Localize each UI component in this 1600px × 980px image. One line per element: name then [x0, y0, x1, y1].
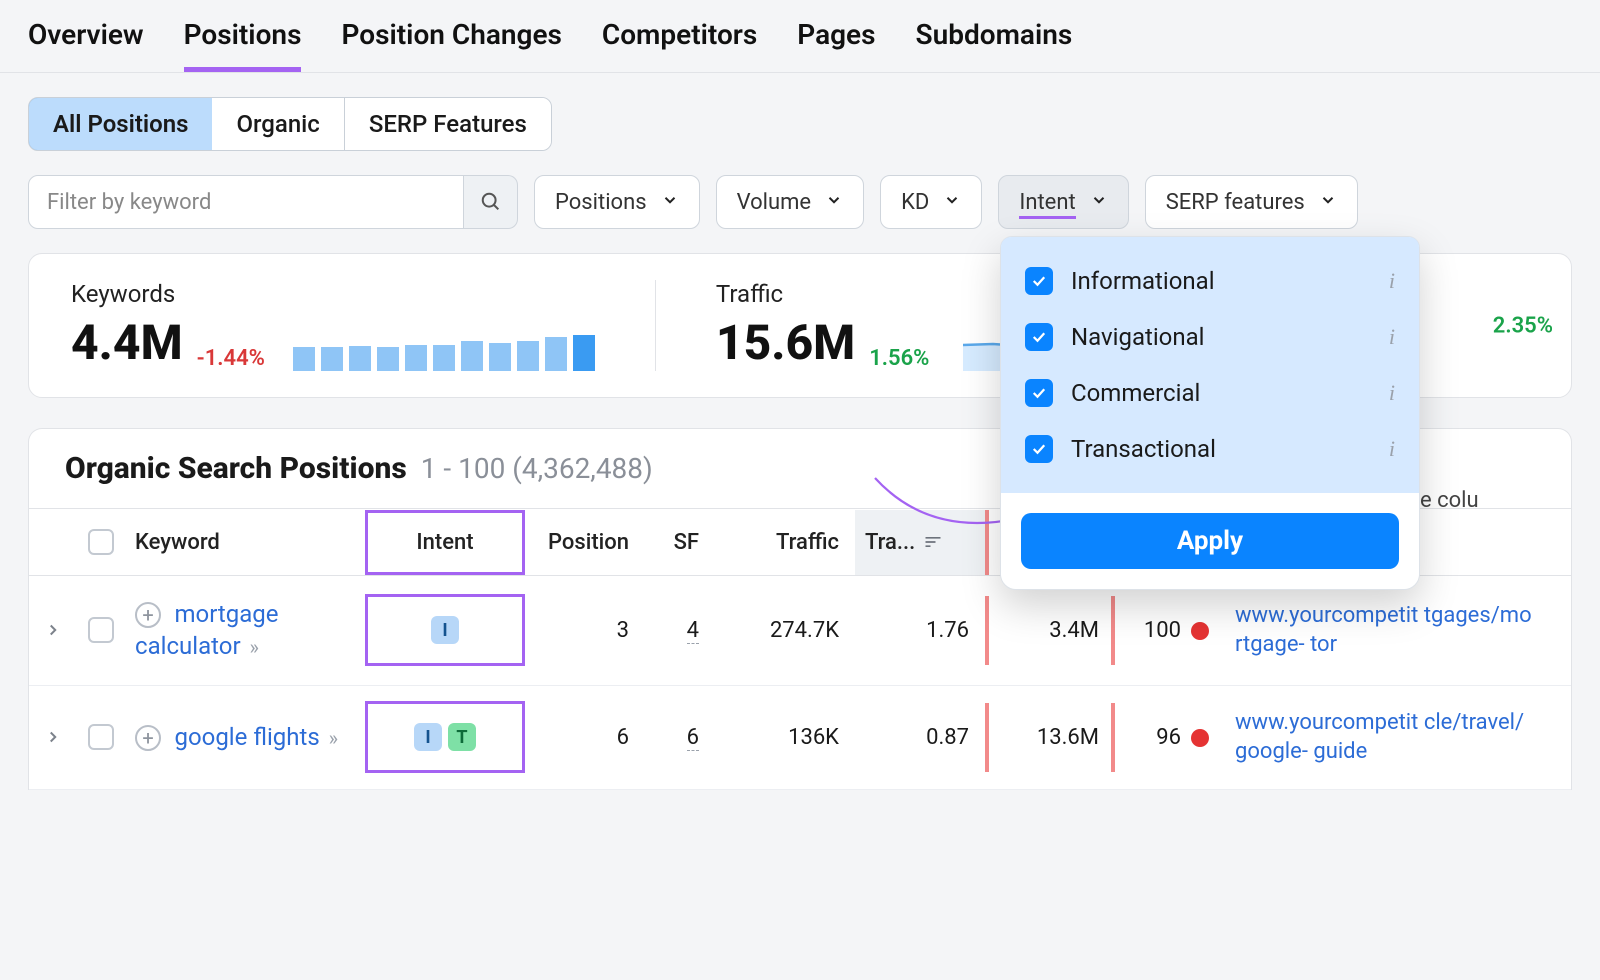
apply-button[interactable]: Apply: [1021, 513, 1399, 569]
top-tabs: Overview Positions Position Changes Comp…: [0, 0, 1600, 73]
intent-badge-informational: I: [431, 616, 459, 644]
filter-kd[interactable]: KD: [880, 175, 982, 229]
info-icon[interactable]: i: [1389, 436, 1395, 462]
keyword-link[interactable]: google flights »: [174, 723, 338, 751]
filter-serp-features[interactable]: SERP features: [1145, 175, 1358, 229]
chevron-down-icon: [943, 190, 961, 215]
url-link[interactable]: www.yourcompetit cle/travel/google- guid…: [1235, 710, 1524, 765]
sort-desc-icon: [923, 532, 943, 552]
tab-overview[interactable]: Overview: [28, 18, 144, 72]
cell-traffic: 274.7K: [715, 596, 855, 665]
cell-position: 6: [525, 703, 645, 772]
col-traffic-share[interactable]: Tra...: [855, 510, 985, 575]
section-subtitle: 1 - 100 (4,362,488): [421, 452, 653, 485]
cell-traffic-share: 0.87: [855, 703, 985, 772]
segment-serp-features[interactable]: SERP Features: [345, 98, 551, 150]
chevron-down-icon: [1319, 190, 1337, 215]
traffic-value: 15.6M: [716, 314, 855, 371]
chevron-down-icon: [1090, 190, 1108, 215]
checkbox-checked[interactable]: [1025, 435, 1053, 463]
url-link[interactable]: www.yourcompetit tgages/mortgage- tor: [1235, 603, 1532, 658]
checkbox-checked[interactable]: [1025, 267, 1053, 295]
col-intent[interactable]: Intent: [365, 510, 525, 575]
checkbox-checked[interactable]: [1025, 379, 1053, 407]
intent-dropdown-panel: Informational i Navigational i Commercia…: [1000, 236, 1420, 590]
row-checkbox[interactable]: [88, 617, 114, 643]
cell-sf: 4: [645, 596, 715, 665]
filter-intent[interactable]: Intent: [998, 175, 1128, 229]
cell-position: 3: [525, 596, 645, 665]
intent-badge-transactional: T: [448, 723, 476, 751]
traffic-delta: 1.56%: [869, 346, 929, 371]
cell-volume: 13.6M: [985, 703, 1115, 772]
row-checkbox[interactable]: [88, 724, 114, 750]
segment-organic[interactable]: Organic: [212, 98, 344, 150]
info-icon[interactable]: i: [1389, 268, 1395, 294]
open-icon: »: [324, 726, 338, 750]
intent-option-commercial[interactable]: Commercial i: [1021, 365, 1399, 421]
intent-option-informational[interactable]: Informational i: [1021, 253, 1399, 309]
add-to-list-icon[interactable]: +: [135, 602, 161, 628]
col-traffic[interactable]: Traffic: [715, 510, 855, 575]
select-all-checkbox[interactable]: [88, 529, 114, 555]
table-row: + mortgage calculator » I 3 4 274.7K 1.7…: [29, 576, 1571, 686]
tab-competitors[interactable]: Competitors: [602, 18, 757, 72]
intent-badge-informational: I: [414, 723, 442, 751]
search-icon: [480, 191, 502, 213]
keywords-delta: -1.44%: [197, 346, 265, 371]
col-keyword[interactable]: Keyword: [125, 510, 365, 575]
tab-subdomains[interactable]: Subdomains: [916, 18, 1073, 72]
position-type-segment: All Positions Organic SERP Features: [28, 97, 552, 151]
keywords-value: 4.4M: [71, 314, 183, 371]
cell-kd: 100: [1115, 596, 1225, 665]
cell-kd: 96: [1115, 703, 1225, 772]
intent-option-navigational[interactable]: Navigational i: [1021, 309, 1399, 365]
cell-sf: 6: [645, 703, 715, 772]
cell-volume: 3.4M: [985, 596, 1115, 665]
manage-columns-partial[interactable]: e colu: [1420, 488, 1479, 513]
filter-volume[interactable]: Volume: [716, 175, 865, 229]
filter-positions[interactable]: Positions: [534, 175, 700, 229]
tab-positions[interactable]: Positions: [184, 18, 302, 72]
search-button[interactable]: [464, 175, 518, 229]
expand-row[interactable]: [29, 706, 77, 768]
segment-all-positions[interactable]: All Positions: [28, 97, 213, 151]
info-icon[interactable]: i: [1389, 324, 1395, 350]
table-row: + google flights » I T 6 6 136K 0.87 13.…: [29, 686, 1571, 790]
intent-option-transactional[interactable]: Transactional i: [1021, 421, 1399, 477]
open-icon: »: [245, 635, 259, 659]
section-title: Organic Search Positions: [65, 451, 407, 486]
keywords-label: Keywords: [71, 280, 595, 308]
tab-position-changes[interactable]: Position Changes: [341, 18, 561, 72]
keyword-filter-input[interactable]: [28, 175, 464, 229]
info-icon[interactable]: i: [1389, 380, 1395, 406]
kd-difficulty-dot: [1191, 729, 1209, 747]
add-to-list-icon[interactable]: +: [135, 725, 161, 751]
expand-row[interactable]: [29, 599, 77, 661]
col-sf[interactable]: SF: [645, 510, 715, 575]
kd-difficulty-dot: [1191, 622, 1209, 640]
checkbox-checked[interactable]: [1025, 323, 1053, 351]
chevron-down-icon: [661, 190, 679, 215]
keywords-sparkline: [293, 335, 595, 371]
col-position[interactable]: Position: [525, 510, 645, 575]
cost-delta: 2.35%: [1493, 313, 1553, 338]
chevron-down-icon: [825, 190, 843, 215]
cell-traffic-share: 1.76: [855, 596, 985, 665]
cell-traffic: 136K: [715, 703, 855, 772]
tab-pages[interactable]: Pages: [797, 18, 875, 72]
